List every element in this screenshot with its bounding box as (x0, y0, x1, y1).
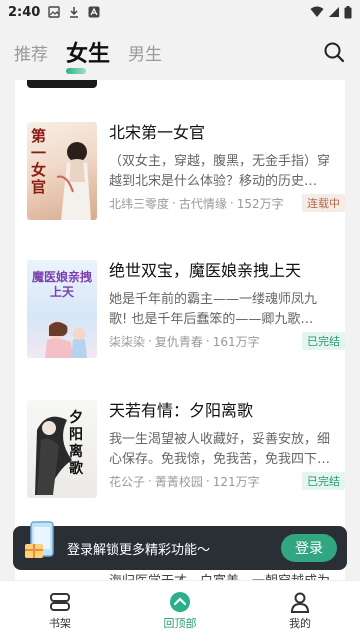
book-desc: 我一生渴望被人收藏好，妥善安放，细心保存。免我惊，免我苦，免我四下… (109, 432, 331, 467)
wifi-icon (310, 6, 324, 17)
book-words: 161万字 (212, 334, 260, 349)
status-bar: 2:40 (0, 0, 360, 24)
status-badge: 已完结 (302, 472, 345, 490)
book-title: 绝世双宝，魔医娘亲拽上天 (109, 261, 302, 280)
tab-label: 男生 (128, 44, 163, 65)
book-item[interactable]: 魔医娘亲拽上天 绝世双宝，魔医娘亲拽上天 她是千年前的霸主——一缕魂师凤九歌! … (15, 260, 345, 368)
nav-back-to-top[interactable]: 回顶部 (120, 581, 240, 640)
tab-recommend[interactable]: 推荐 (14, 40, 48, 65)
book-meta: 北纬三零度 · 古代情缘 · 152万字 连载中 (109, 194, 345, 212)
book-category: 菁菁校园 (154, 474, 203, 489)
profile-icon (290, 592, 310, 613)
tab-male[interactable]: 男生 (128, 40, 162, 65)
book-author: 柒柒染 (109, 334, 146, 349)
book-desc: 她是千年前的霸主——一缕魂师凤九歌! 也是千年后蠢笨的——卿九歌… (109, 292, 318, 327)
top-nav: 推荐 女生 男生 (0, 24, 360, 80)
login-banner: 登录解锁更多精彩功能～ 登录 (13, 521, 347, 570)
login-banner-text: 登录解锁更多精彩功能～ (67, 542, 211, 558)
nav-label: 我的 (289, 617, 311, 630)
status-badge: 已完结 (302, 332, 345, 350)
login-button[interactable]: 登录 (281, 534, 337, 562)
book-category: 古代情缘 (178, 196, 227, 211)
nav-label: 回顶部 (163, 617, 197, 630)
book-author: 北纬三零度 (109, 196, 170, 211)
book-cover: 夕阳离歌 (27, 400, 97, 498)
signal-icon (329, 7, 339, 17)
tab-female[interactable]: 女生 (66, 36, 111, 74)
book-title: 天若有情：夕阳离歌 (109, 401, 254, 420)
battery-icon (344, 5, 352, 18)
status-badge: 连载中 (302, 194, 345, 212)
book-meta: 柒柒染 · 复仇青春 · 161万字 已完结 (109, 332, 345, 350)
tab-label: 推荐 (14, 44, 48, 65)
nav-profile[interactable]: 我的 (240, 581, 360, 640)
book-words: 152万字 (236, 196, 284, 211)
book-cover: 魔医娘亲拽上天 (27, 260, 97, 358)
book-item[interactable]: 第一女官 北宋第一女官 （双女主，穿越，腹黑，无金手指）穿越到北宋是什么体验？移… (15, 122, 345, 230)
book-title: 北宋第一女官 (109, 123, 206, 142)
cover-title-text: 夕阳离歌 (69, 410, 83, 477)
book-category: 复仇青春 (154, 334, 203, 349)
book-cover: 第一女官 (27, 122, 97, 220)
status-time: 2:40 (8, 4, 41, 20)
book-words: 121万字 (212, 474, 260, 489)
image-icon (48, 6, 61, 18)
nav-label: 书架 (49, 617, 71, 630)
tab-active-indicator (66, 68, 86, 74)
gift-phone-icon (25, 521, 54, 558)
cover-title-text: 魔医娘亲拽上天 (31, 270, 92, 299)
book-item[interactable]: 夕阳离歌 天若有情：夕阳离歌 我一生渴望被人收藏好，妥善安放，细心保存。免我惊，… (15, 400, 345, 508)
status-notification-icons (48, 6, 100, 18)
download-icon (70, 7, 79, 18)
cover-title-text: 第一女官 (31, 127, 47, 196)
bookshelf-icon (50, 593, 70, 611)
book-meta: 花公子 · 菁菁校园 · 121万字 已完结 (109, 472, 345, 490)
app-a-icon (88, 6, 100, 18)
bottom-nav: 书架 回顶部 我的 (0, 580, 360, 640)
book-author: 花公子 (109, 474, 146, 489)
back-to-top-icon (170, 592, 190, 612)
tab-label: 女生 (66, 42, 111, 67)
nav-bookshelf[interactable]: 书架 (0, 581, 120, 640)
search-icon[interactable] (322, 40, 346, 64)
book-list: 第一女官 北宋第一女官 （双女主，穿越，腹黑，无金手指）穿越到北宋是什么体验？移… (15, 80, 345, 580)
previous-cover-stub (27, 80, 97, 88)
book-desc: （双女主，穿越，腹黑，无金手指）穿越到北宋是什么体验？移动的历史… (109, 154, 331, 189)
